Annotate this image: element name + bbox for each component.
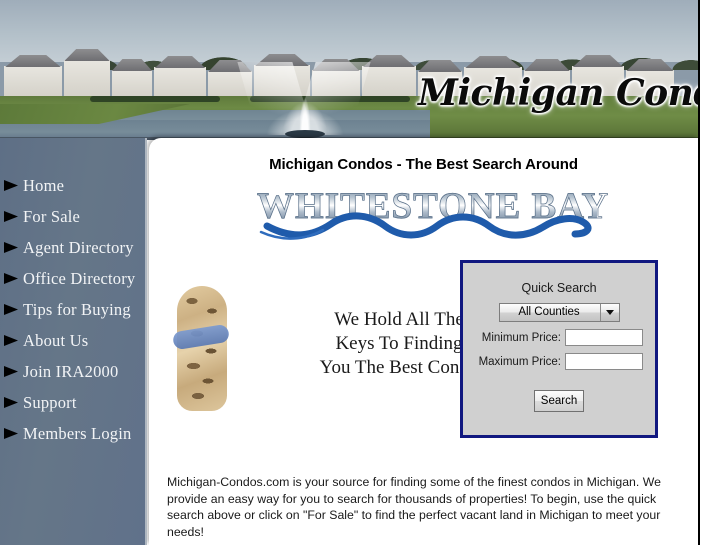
whitestone-bay-logo: WHITESTONE BAY [257, 186, 609, 242]
banner-wordmark-michigan-condos: Michigan Condos [418, 72, 698, 114]
arrow-right-icon [4, 210, 19, 223]
arrow-right-icon [4, 303, 19, 316]
arrow-right-icon [4, 334, 19, 347]
arrow-right-icon [4, 241, 19, 254]
sidebar-item-label: About Us [23, 330, 89, 350]
sidebar-item-agent-directory[interactable]: Agent Directory [0, 232, 145, 263]
keys-bundle-image [171, 286, 233, 411]
maximum-price-input[interactable] [565, 353, 643, 370]
arrow-right-icon [4, 427, 19, 440]
minimum-price-row: Minimum Price: [463, 329, 655, 346]
sidebar-item-label: Join IRA2000 [23, 361, 119, 381]
fountain-plume [255, 40, 355, 135]
banner-house [4, 66, 62, 100]
banner-house [362, 66, 416, 100]
minimum-price-input[interactable] [565, 329, 643, 346]
sidebar-item-tips-for-buying[interactable]: Tips for Buying [0, 294, 145, 325]
quick-search-title: Quick Search [521, 281, 597, 295]
sidebar-item-label: Agent Directory [23, 237, 134, 257]
maximum-price-label: Maximum Price: [478, 355, 561, 368]
search-button-row: Search [463, 390, 655, 412]
maximum-price-row: Maximum Price: [463, 353, 655, 370]
search-button[interactable]: Search [534, 390, 584, 412]
page-root: Michigan Condos Home For Sale Agent Direct… [0, 0, 727, 545]
county-select-value: All Counties [518, 306, 580, 318]
arrow-right-icon [4, 272, 19, 285]
header-banner-photo: Michigan Condos [0, 0, 698, 140]
page-outside-area [700, 0, 727, 545]
quick-search-panel: Quick Search All Counties Minimum Price:… [460, 260, 658, 438]
page-title: Michigan Condos - The Best Search Around [269, 156, 578, 173]
banner-hedge [90, 96, 220, 102]
sidebar-item-support[interactable]: Support [0, 387, 145, 418]
sidebar-item-label: Home [23, 175, 65, 195]
chevron-down-icon[interactable] [599, 304, 619, 321]
sidebar-item-label: Members Login [23, 423, 132, 443]
brand-wave-icon [259, 212, 592, 240]
county-select[interactable]: All Counties [498, 303, 620, 322]
sidebar-item-label: Tips for Buying [23, 299, 131, 319]
sidebar-item-label: Office Directory [23, 268, 136, 288]
arrow-right-icon [4, 365, 19, 378]
sidebar-item-about-us[interactable]: About Us [0, 325, 145, 356]
sidebar-item-join-ira2000[interactable]: Join IRA2000 [0, 356, 145, 387]
sidebar-item-office-directory[interactable]: Office Directory [0, 263, 145, 294]
page-right-border [698, 0, 700, 545]
sidebar-item-members-login[interactable]: Members Login [0, 418, 145, 449]
arrow-right-icon [4, 396, 19, 409]
main-content-panel: Michigan Condos - The Best Search Around… [149, 138, 698, 545]
arrow-right-icon [4, 179, 19, 192]
intro-paragraph: Michigan-Condos.com is your source for f… [167, 475, 661, 539]
chevron-down-glyph [605, 310, 614, 315]
sidebar-nav-list: Home For Sale Agent Directory Office Direct… [0, 138, 145, 449]
sidebar-item-home[interactable]: Home [0, 170, 145, 201]
left-navigation-sidebar: Home For Sale Agent Directory Office Direct… [0, 138, 147, 545]
sidebar-item-label: Support [23, 392, 77, 412]
minimum-price-label: Minimum Price: [481, 331, 561, 344]
sidebar-item-label: For Sale [23, 206, 81, 226]
sidebar-item-for-sale[interactable]: For Sale [0, 201, 145, 232]
banner-house [64, 60, 110, 100]
